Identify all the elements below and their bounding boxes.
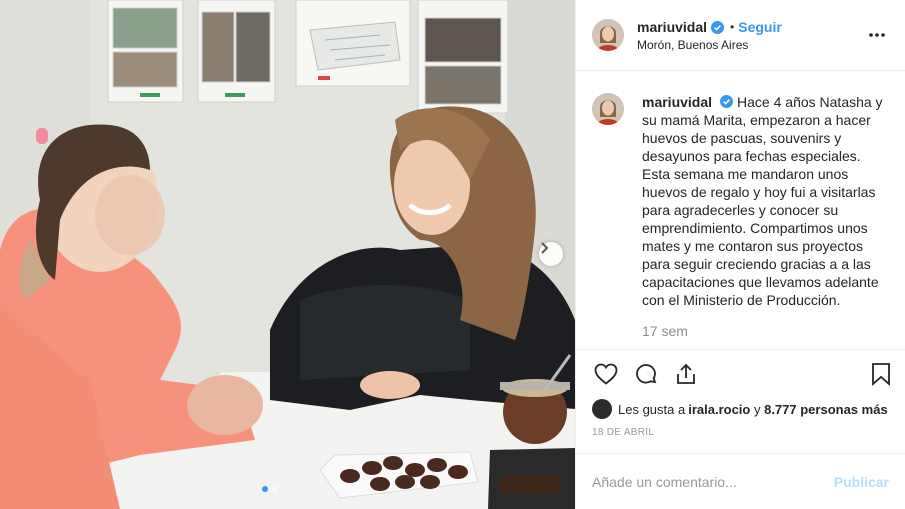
carousel-dot-active <box>262 486 268 492</box>
publish-button[interactable]: Publicar <box>834 474 889 490</box>
share-icon <box>677 363 695 384</box>
post-location[interactable]: Morón, Buenos Aires <box>637 38 865 52</box>
heart-icon <box>594 363 618 385</box>
likes-conjunction: y <box>750 401 765 417</box>
comment-input[interactable] <box>592 473 834 490</box>
wall-poster <box>417 0 509 114</box>
caption-text: Hace 4 años Natasha y su mamá Marita, em… <box>642 94 883 308</box>
share-button[interactable] <box>672 360 700 388</box>
caption-username[interactable]: mariuvidal <box>642 94 712 110</box>
author-meta: mariuvidal • Seguir Morón, Buenos Aires <box>637 18 865 52</box>
post-date[interactable]: 18 DE ABRIL <box>576 421 905 453</box>
post-header: mariuvidal • Seguir Morón, Buenos Aires <box>576 0 905 71</box>
caption-avatar[interactable] <box>592 93 624 125</box>
carousel-indicator <box>262 486 278 492</box>
more-options-icon <box>869 33 885 37</box>
verified-badge-icon <box>711 20 725 34</box>
verified-badge-icon <box>720 95 734 108</box>
carousel-dot <box>272 486 278 492</box>
follow-button[interactable]: Seguir <box>738 18 782 36</box>
action-bar <box>576 349 905 397</box>
comment-bubble-icon <box>636 363 657 384</box>
wall-poster <box>107 0 184 103</box>
avatar-image <box>592 19 624 51</box>
caption-time-ago[interactable]: 17 sem <box>642 323 889 339</box>
avatar-image <box>592 93 624 125</box>
carousel-next-button[interactable] <box>539 242 563 266</box>
like-button[interactable] <box>592 360 620 388</box>
post-side-panel: mariuvidal • Seguir Morón, Buenos Aires <box>575 0 905 509</box>
likes-count-link[interactable]: 8.777 personas más <box>764 402 888 417</box>
photo-illustration <box>0 0 575 509</box>
separator-dot: • <box>730 20 735 34</box>
post-caption: mariuvidal Hace 4 años Natasha y su mamá … <box>592 93 889 309</box>
instagram-post: mariuvidal • Seguir Morón, Buenos Aires <box>0 0 905 509</box>
comment-button[interactable] <box>632 360 660 388</box>
bookmark-icon <box>872 363 890 386</box>
caption-text-block: mariuvidal Hace 4 años Natasha y su mamá … <box>642 93 889 309</box>
author-avatar[interactable] <box>592 19 624 51</box>
comments-area: mariuvidal Hace 4 años Natasha y su mamá … <box>576 71 905 349</box>
likes-summary: Les gusta a irala.rocio y 8.777 personas… <box>576 397 905 421</box>
add-comment-bar: Publicar <box>576 453 905 509</box>
wall-poster <box>197 0 276 103</box>
wall-poster <box>295 0 411 87</box>
author-username[interactable]: mariuvidal <box>637 18 707 36</box>
post-photo[interactable] <box>0 0 575 509</box>
chevron-right-icon <box>541 242 549 254</box>
more-options-button[interactable] <box>865 23 889 47</box>
save-button[interactable] <box>867 360 895 388</box>
likes-prefix: Les gusta a <box>618 401 686 417</box>
liker-username[interactable]: irala.rocio <box>688 402 750 417</box>
liker-avatar[interactable] <box>592 399 612 419</box>
